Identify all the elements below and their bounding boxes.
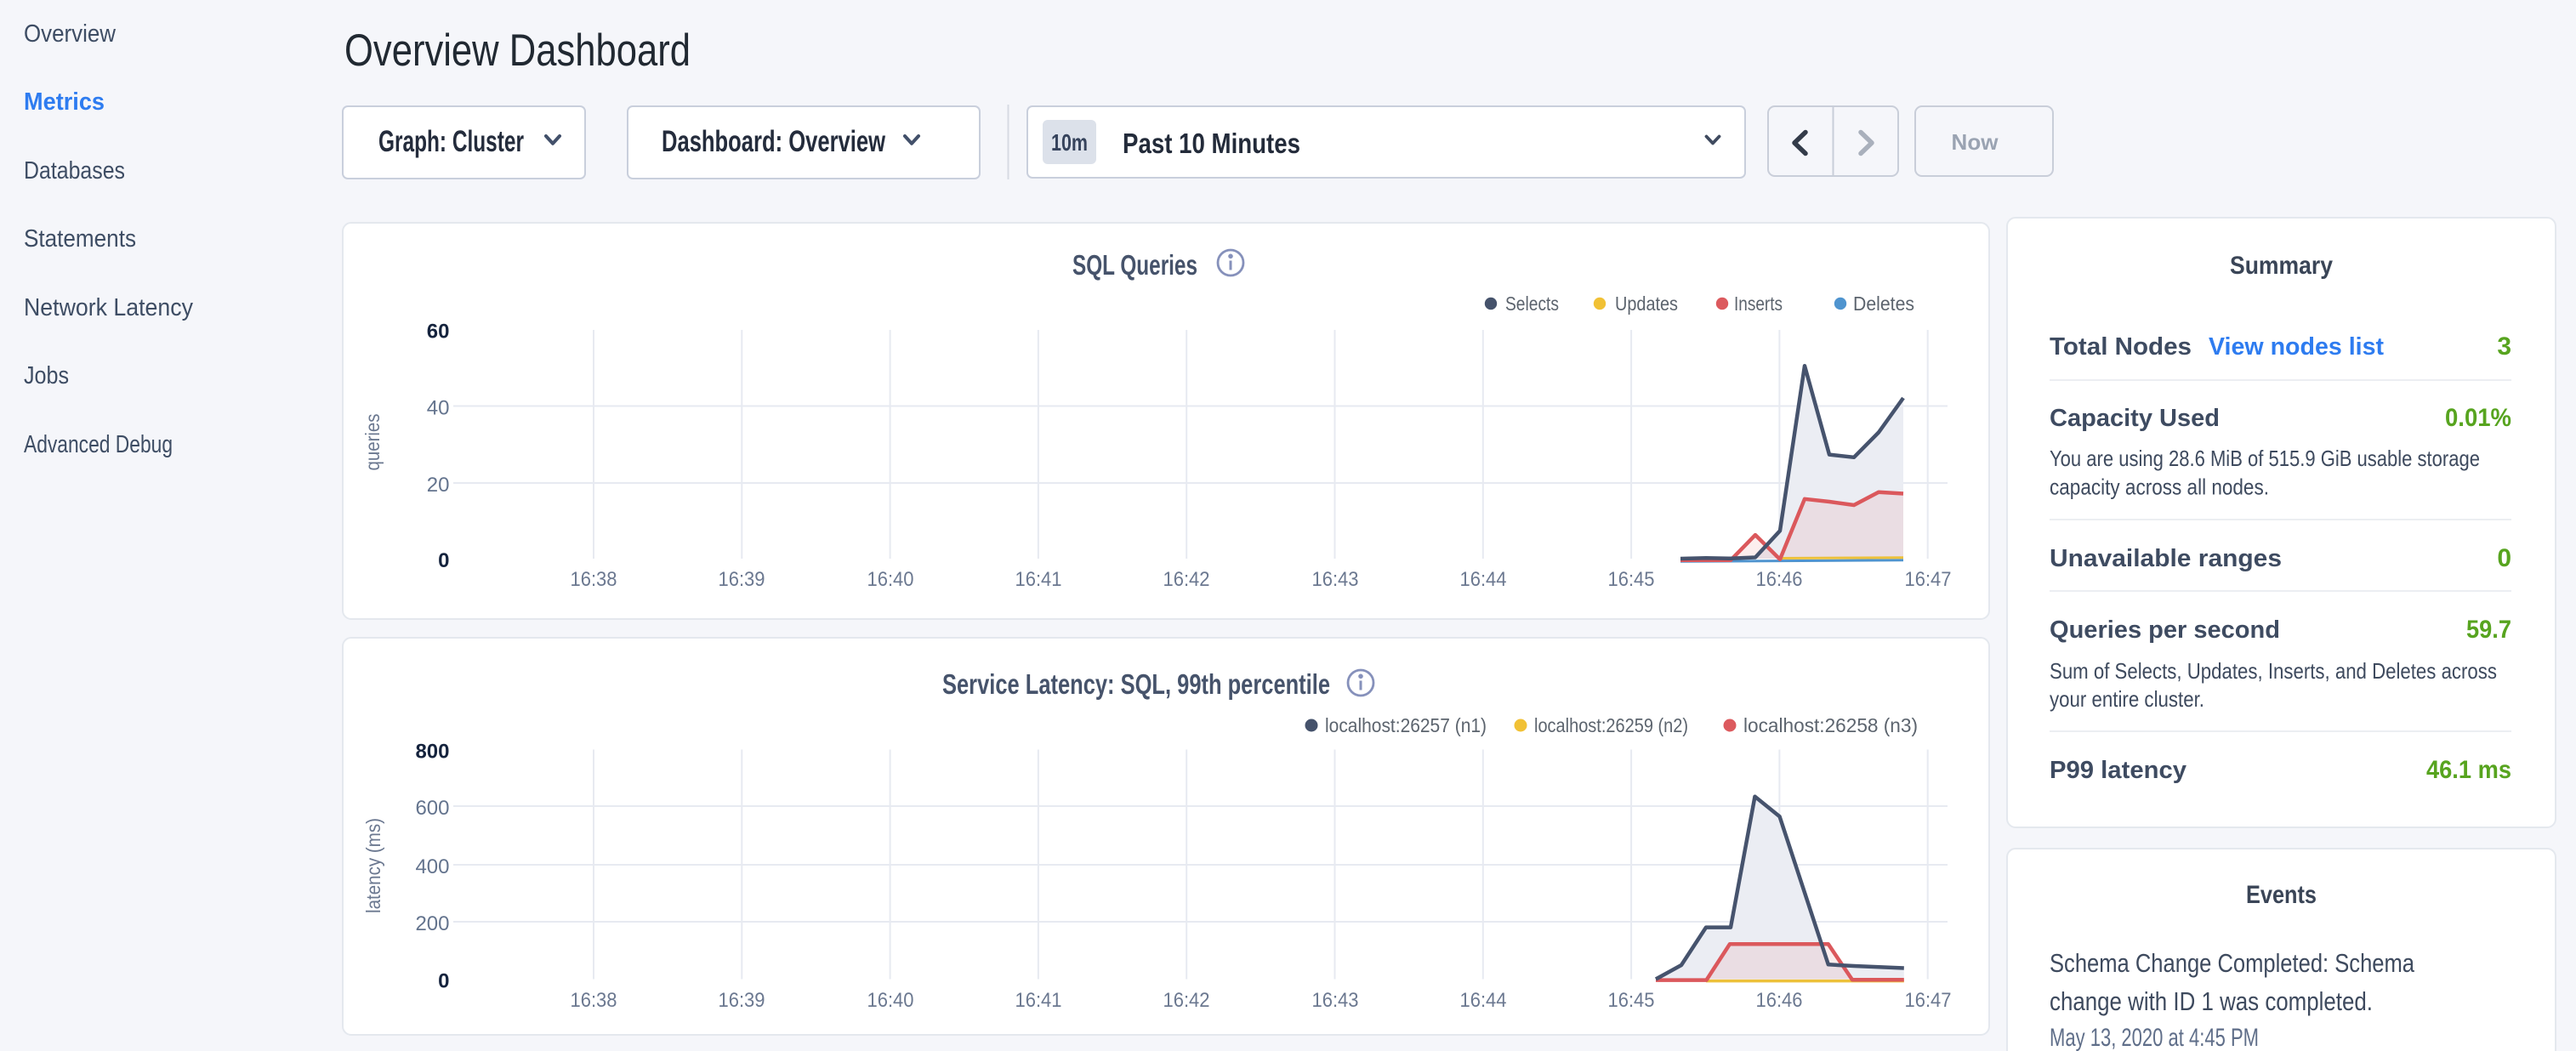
svg-text:16:38: 16:38 [571, 568, 617, 591]
svg-text:400: 400 [415, 855, 449, 878]
svg-text:16:47: 16:47 [1905, 568, 1952, 591]
svg-text:16:39: 16:39 [719, 989, 765, 1012]
svg-text:Now: Now [1952, 129, 1999, 155]
svg-text:SQL Queries: SQL Queries [1072, 249, 1197, 281]
svg-text:59.7: 59.7 [2466, 616, 2511, 644]
svg-text:200: 200 [415, 912, 449, 935]
svg-text:Unavailable ranges: Unavailable ranges [2050, 545, 2282, 572]
svg-text:Sum of Selects, Updates, Inser: Sum of Selects, Updates, Inserts, and De… [2050, 658, 2497, 684]
svg-text:queries: queries [361, 414, 384, 471]
svg-text:0: 0 [2497, 544, 2511, 572]
svg-text:16:45: 16:45 [1608, 568, 1655, 591]
svg-text:Advanced Debug: Advanced Debug [24, 431, 173, 458]
svg-text:16:44: 16:44 [1460, 568, 1507, 591]
svg-text:change with ID 1 was completed: change with ID 1 was completed. [2050, 986, 2373, 1016]
svg-text:16:38: 16:38 [571, 989, 617, 1012]
svg-text:Selects: Selects [1505, 293, 1559, 315]
svg-text:Graph: Cluster: Graph: Cluster [378, 125, 524, 158]
svg-text:P99 latency: P99 latency [2050, 757, 2186, 784]
svg-text:0.01%: 0.01% [2445, 404, 2511, 432]
svg-text:16:40: 16:40 [867, 568, 914, 591]
svg-text:localhost:26259 (n2): localhost:26259 (n2) [1534, 714, 1688, 736]
svg-text:16:46: 16:46 [1756, 989, 1803, 1012]
svg-text:16:46: 16:46 [1756, 568, 1803, 591]
svg-text:800: 800 [415, 741, 449, 764]
svg-text:0: 0 [438, 549, 449, 572]
svg-text:16:45: 16:45 [1608, 989, 1655, 1012]
svg-text:latency (ms): latency (ms) [362, 818, 384, 913]
svg-text:Metrics: Metrics [24, 88, 105, 116]
svg-text:46.1 ms: 46.1 ms [2426, 756, 2511, 784]
svg-text:Network Latency: Network Latency [24, 294, 193, 321]
svg-text:Capacity Used: Capacity Used [2050, 405, 2220, 432]
svg-text:40: 40 [427, 397, 450, 420]
svg-text:16:47: 16:47 [1905, 989, 1952, 1012]
svg-text:Jobs: Jobs [24, 362, 69, 389]
svg-text:16:41: 16:41 [1015, 568, 1062, 591]
svg-text:20: 20 [427, 474, 450, 497]
svg-text:May 13, 2020 at 4:45 PM: May 13, 2020 at 4:45 PM [2050, 1024, 2259, 1051]
svg-text:Dashboard: Overview: Dashboard: Overview [662, 125, 886, 158]
svg-text:localhost:26257 (n1): localhost:26257 (n1) [1325, 714, 1487, 736]
svg-text:Databases: Databases [24, 157, 125, 185]
svg-text:16:40: 16:40 [867, 989, 914, 1012]
svg-text:Updates: Updates [1615, 293, 1678, 315]
svg-text:Service Latency: SQL, 99th per: Service Latency: SQL, 99th percentile [942, 668, 1330, 700]
svg-text:16:42: 16:42 [1163, 989, 1210, 1012]
svg-text:16:44: 16:44 [1460, 989, 1507, 1012]
svg-text:3: 3 [2497, 332, 2511, 361]
svg-text:0: 0 [438, 970, 449, 993]
svg-text:Total Nodes: Total Nodes [2050, 333, 2192, 361]
svg-text:16:39: 16:39 [719, 568, 765, 591]
svg-text:localhost:26258 (n3): localhost:26258 (n3) [1743, 714, 1918, 736]
svg-text:Inserts: Inserts [1734, 293, 1783, 315]
svg-text:Schema Change Completed: Schem: Schema Change Completed: Schema [2050, 948, 2415, 978]
svg-text:10m: 10m [1051, 129, 1088, 156]
svg-text:16:43: 16:43 [1312, 989, 1359, 1012]
svg-text:Past 10 Minutes: Past 10 Minutes [1123, 128, 1300, 159]
svg-text:Overview Dashboard: Overview Dashboard [344, 26, 691, 76]
svg-text:You are using 28.6 MiB of 515.: You are using 28.6 MiB of 515.9 GiB usab… [2050, 446, 2480, 471]
svg-text:16:41: 16:41 [1015, 989, 1062, 1012]
svg-text:Overview: Overview [24, 20, 117, 48]
svg-text:Summary: Summary [2230, 252, 2333, 280]
svg-text:16:42: 16:42 [1163, 568, 1210, 591]
svg-text:600: 600 [415, 797, 449, 820]
svg-text:60: 60 [427, 321, 450, 344]
svg-text:Queries per second: Queries per second [2050, 616, 2280, 644]
svg-text:Events: Events [2246, 881, 2317, 909]
svg-text:16:43: 16:43 [1312, 568, 1359, 591]
svg-text:Statements: Statements [24, 225, 136, 253]
svg-text:View nodes list: View nodes list [2209, 333, 2384, 361]
svg-text:your entire cluster.: your entire cluster. [2050, 686, 2204, 712]
svg-text:Deletes: Deletes [1853, 293, 1914, 315]
svg-text:capacity across all nodes.: capacity across all nodes. [2050, 474, 2269, 500]
